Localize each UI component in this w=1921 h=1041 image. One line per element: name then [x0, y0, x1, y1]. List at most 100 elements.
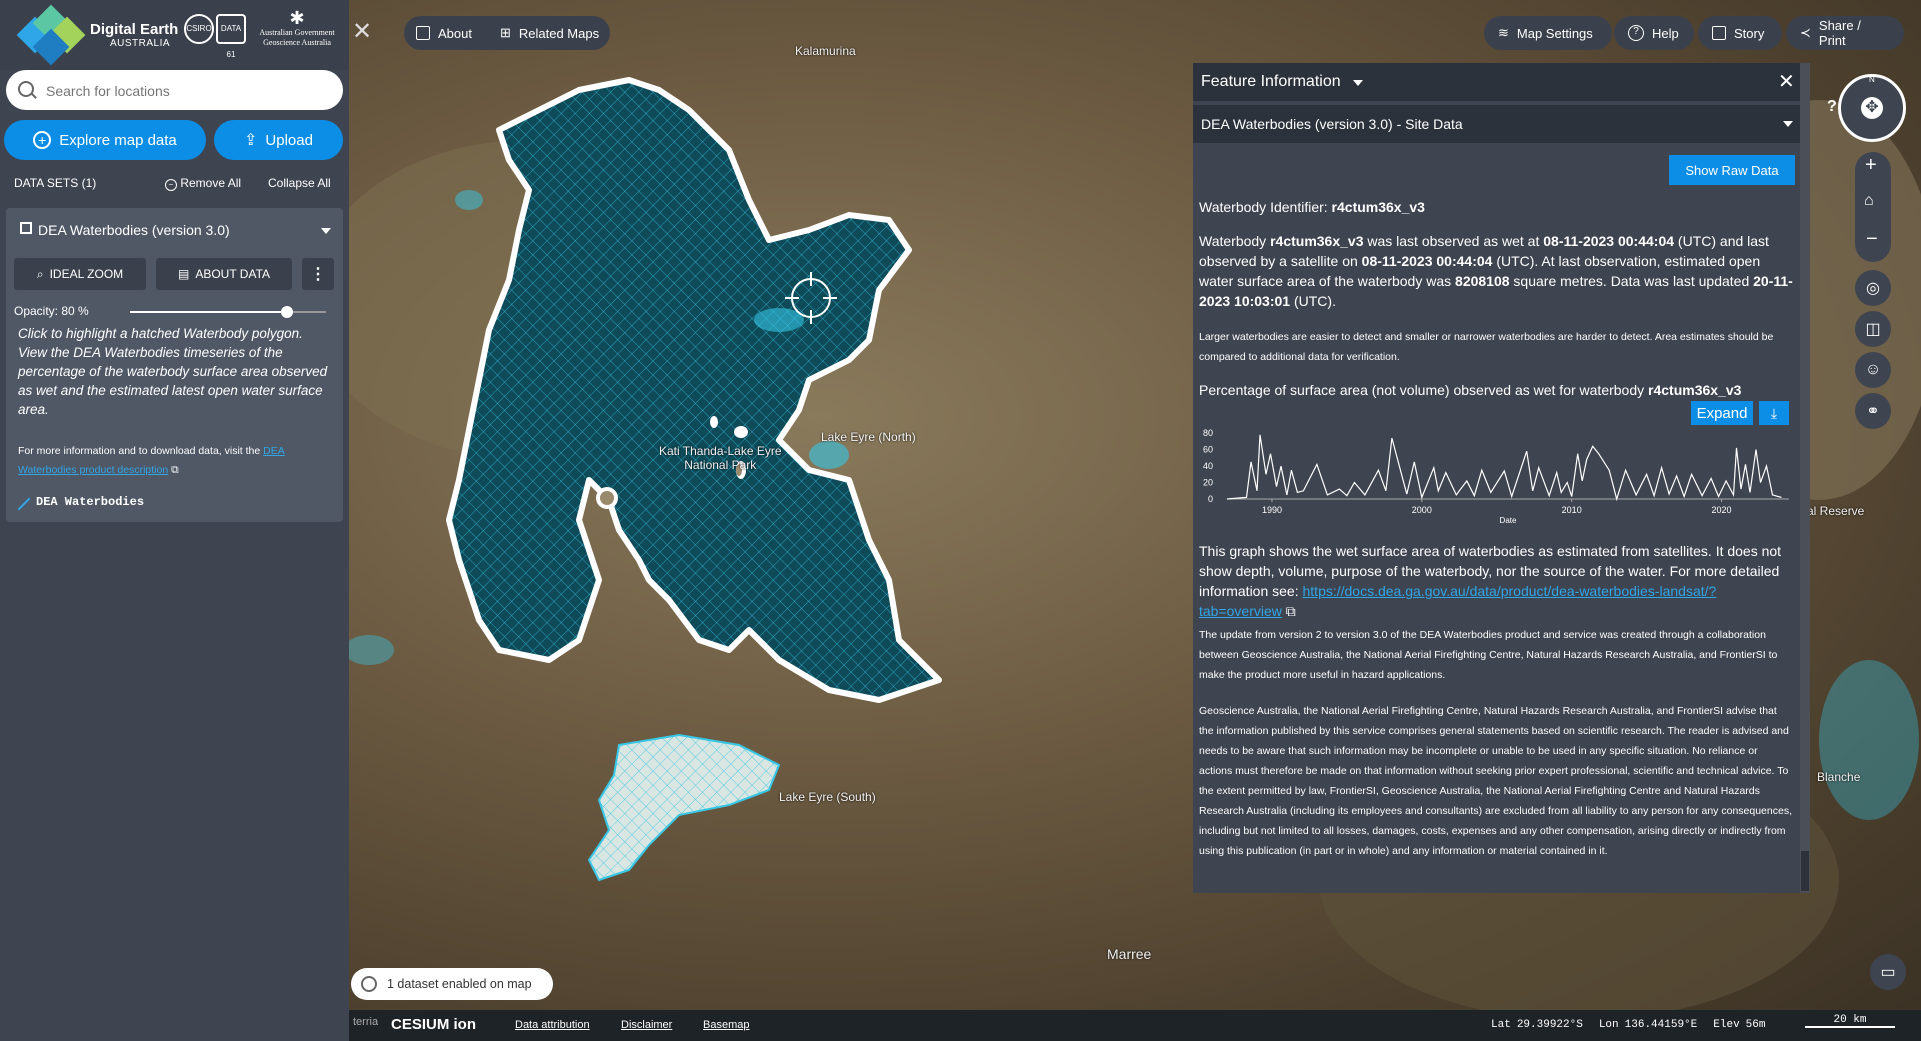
y-tick-label: 20 — [1203, 478, 1213, 488]
help-button[interactable]: ? Help — [1614, 16, 1694, 50]
map-settings-button[interactable]: ≋ Map Settings — [1484, 16, 1612, 50]
map-label-blanche: Blanche — [1817, 770, 1861, 784]
zoom-out-button[interactable]: − — [1866, 228, 1878, 251]
show-raw-data-button[interactable]: Show Raw Data — [1669, 155, 1795, 185]
upload-button[interactable]: ⇪ Upload — [214, 120, 343, 160]
pedestrian-button[interactable]: ☺ — [1855, 352, 1891, 388]
about-data-button[interactable]: ▤ ABOUT DATA — [156, 258, 292, 290]
search-input[interactable] — [44, 70, 338, 112]
feature-info-title: Feature Information — [1201, 73, 1341, 90]
scrollbar-thumb[interactable] — [1801, 851, 1809, 891]
map-label-south: Lake Eyre (South) — [779, 790, 876, 804]
upload-label: Upload — [265, 131, 313, 149]
map-label-marree: Marree — [1107, 946, 1152, 962]
remove-all-button[interactable]: − Remove All — [165, 176, 241, 191]
related-maps-label: Related Maps — [518, 25, 600, 41]
legend-name: DEA Waterbodies — [36, 495, 145, 509]
compass-control[interactable]: N ✥ — [1838, 74, 1906, 142]
basemap-link[interactable]: Basemap — [703, 1019, 749, 1031]
data61-logo: DATA 61 — [216, 14, 246, 59]
measure-button[interactable]: ⚭ — [1855, 393, 1891, 429]
chart-heading: Percentage of surface area (not volume) … — [1199, 380, 1793, 400]
dataset-checkbox[interactable] — [20, 222, 32, 234]
minus-circle-icon: − — [165, 179, 177, 191]
chevron-down-icon[interactable] — [1783, 121, 1793, 127]
more-options-button[interactable]: ⋮ — [302, 258, 334, 290]
split-icon: ◫ — [1865, 321, 1881, 338]
about-label: About — [438, 25, 472, 41]
dataset-title[interactable]: DEA Waterbodies (version 3.0) — [38, 222, 230, 238]
zoom-in-button[interactable]: + — [1865, 154, 1877, 177]
chevron-down-icon[interactable] — [1353, 80, 1363, 86]
search-box[interactable] — [6, 70, 343, 112]
detection-note: Larger waterbodies are easier to detect … — [1199, 331, 1774, 363]
chat-icon: ▭ — [1880, 964, 1896, 981]
close-panel-button[interactable]: ✕ — [352, 20, 372, 44]
datasets-enabled-pill[interactable]: 1 dataset enabled on map — [351, 968, 553, 1000]
about-button[interactable]: About — [404, 16, 484, 50]
feedback-button[interactable]: ▭ — [1870, 954, 1906, 990]
feature-info-header: Feature Information ✕ — [1193, 63, 1800, 101]
story-button[interactable]: Story — [1698, 16, 1782, 50]
split-view-button[interactable]: ◫ — [1855, 311, 1891, 347]
ideal-zoom-label: IDEAL ZOOM — [49, 267, 124, 281]
observation-text: Waterbody r4ctum36x_v3 was last observed… — [1199, 231, 1793, 311]
chart-heading-id: r4ctum36x_v3 — [1648, 382, 1742, 398]
feature-selector[interactable]: DEA Waterbodies (version 3.0) - Site Dat… — [1193, 105, 1800, 143]
related-maps-button[interactable]: ⊞ Related Maps — [492, 16, 607, 50]
disclaimer-text: Geoscience Australia, the National Aeria… — [1199, 705, 1792, 857]
disclaimer-link[interactable]: Disclaimer — [621, 1019, 672, 1031]
comment-icon: ▤ — [177, 267, 190, 281]
move-icon[interactable]: ✥ — [1861, 97, 1883, 119]
y-tick-label: 0 — [1208, 494, 1213, 504]
gov-line1: Australian Government — [259, 28, 335, 37]
close-icon[interactable]: ✕ — [1778, 69, 1795, 94]
pedestrian-icon: ☺ — [1864, 361, 1882, 378]
opacity-slider[interactable] — [130, 306, 326, 318]
bottom-bar: terria CESIUM ion Data attribution Discl… — [349, 1010, 1921, 1041]
help-label: Help — [1652, 25, 1679, 41]
csiro-logo: CSIRO — [184, 14, 214, 44]
help-question-icon[interactable]: ? — [1827, 98, 1837, 116]
ideal-zoom-button[interactable]: ⌕ IDEAL ZOOM — [14, 258, 146, 290]
gov-line2: Geoscience Australia — [263, 38, 331, 47]
brand-subtitle: AUSTRALIA — [110, 38, 171, 49]
opacity-knob[interactable] — [280, 306, 293, 318]
x-tick-label: 2020 — [1712, 505, 1732, 515]
lake-eyre-north-polygon — [446, 77, 942, 703]
lon-value: 136.44159°E — [1624, 1019, 1698, 1031]
x-tick-label: 2010 — [1562, 505, 1582, 515]
datasets-enabled-label: 1 dataset enabled on map — [387, 977, 532, 991]
expand-chart-button[interactable]: Expand — [1691, 401, 1753, 425]
external-link-icon: ⧉ — [1285, 603, 1296, 619]
lake-eyre-south-polygon — [587, 733, 781, 882]
share-icon: ≺ — [1800, 25, 1811, 40]
collapse-all-button[interactable]: Collapse All — [268, 176, 331, 190]
x-tick-label: 2000 — [1412, 505, 1432, 515]
identifier-label: Waterbody Identifier: — [1199, 199, 1332, 215]
wet-time: 08-11-2023 00:44:04 — [1543, 233, 1675, 249]
sat-time: 08-11-2023 00:44:04 — [1361, 253, 1493, 269]
share-print-button[interactable]: ≺ Share / Print — [1786, 16, 1904, 50]
feature-panel-scrollbar[interactable] — [1800, 63, 1810, 893]
legend-swatch — [17, 497, 31, 511]
x-axis-label: Date — [1500, 516, 1517, 523]
measure-icon: ⚭ — [1866, 403, 1880, 420]
feature-selector-label: DEA Waterbodies (version 3.0) - Site Dat… — [1201, 116, 1463, 132]
grid-icon: ⊞ — [499, 25, 511, 40]
y-tick-label: 60 — [1203, 445, 1213, 455]
datasets-header: DATA SETS (1) — [14, 176, 97, 190]
data-attribution-link[interactable]: Data attribution — [515, 1019, 590, 1031]
upload-icon: ⇪ — [244, 132, 258, 149]
download-chart-button[interactable]: ⤓ — [1759, 401, 1789, 425]
explore-map-data-button[interactable]: + Explore map data — [4, 120, 206, 160]
chevron-down-icon[interactable] — [321, 228, 331, 234]
my-location-button[interactable]: ◎ — [1855, 270, 1891, 306]
elev-label: Elev — [1713, 1019, 1740, 1031]
explore-label: Explore map data — [59, 131, 177, 149]
remove-all-label: Remove All — [180, 176, 242, 190]
opacity-fill — [130, 311, 287, 313]
scale-bar: 20 km — [1805, 1014, 1895, 1028]
home-icon[interactable]: ⌂ — [1864, 192, 1874, 210]
map-label-park: Kati Thanda-Lake Eyre National Park — [659, 444, 782, 472]
